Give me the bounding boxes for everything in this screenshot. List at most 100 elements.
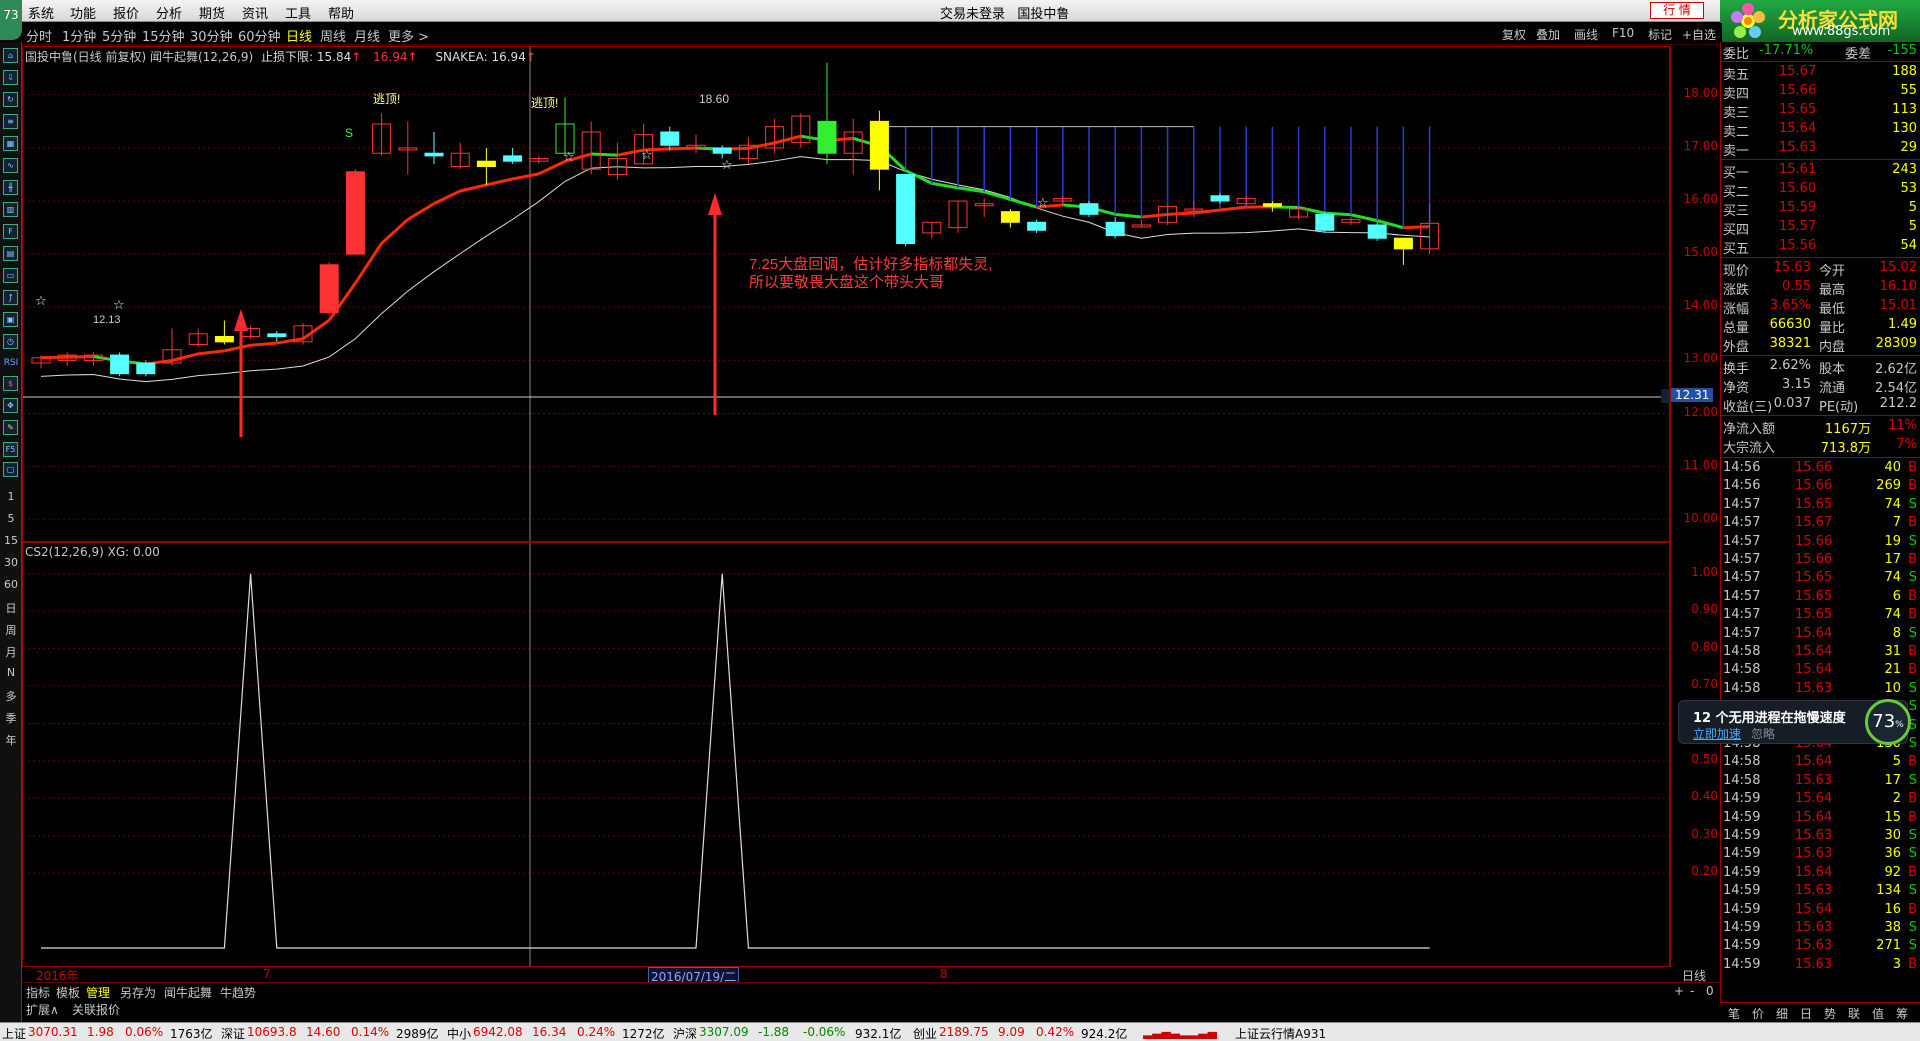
speed-up-link[interactable]: 立即加速 xyxy=(1693,725,1741,742)
period-intraday[interactable]: 分时 xyxy=(26,26,52,45)
period-more[interactable]: 更多 > xyxy=(388,26,429,45)
menu-futures[interactable]: 期货 xyxy=(199,3,225,22)
panel-tab[interactable]: 值 xyxy=(1872,1005,1884,1022)
tool-f10[interactable]: F10 xyxy=(1612,26,1634,40)
move-icon[interactable]: ✥ xyxy=(3,398,18,413)
reset-zoom-button[interactable]: 0 xyxy=(1706,984,1714,998)
tool-mark[interactable]: 标记 xyxy=(1648,26,1672,43)
menu-system[interactable]: 系统 xyxy=(28,3,54,22)
ask-row: 卖五 15.67 188 xyxy=(1721,63,1920,83)
calc-icon[interactable]: ▣ xyxy=(3,312,18,327)
clock-icon[interactable]: ◷ xyxy=(3,334,18,349)
panel-tab[interactable]: 细 xyxy=(1776,1005,1788,1022)
menu-news[interactable]: 资讯 xyxy=(242,3,268,22)
tab-manage[interactable]: 管理 xyxy=(86,984,110,1001)
rsi-icon[interactable]: RSI xyxy=(3,358,19,368)
list-icon[interactable]: ≡ xyxy=(3,114,18,129)
tick-row: 14:58 15.64 21 B xyxy=(1721,661,1920,680)
line-chart-icon[interactable]: ∿ xyxy=(3,158,18,173)
period-shortcut-5[interactable]: 5 xyxy=(3,512,19,525)
report-icon[interactable]: ▤ xyxy=(3,246,18,261)
menu-function[interactable]: 功能 xyxy=(70,3,96,22)
kline-icon[interactable]: ╫ xyxy=(3,180,18,195)
dollar-icon[interactable]: $ xyxy=(3,376,18,391)
memory-gauge[interactable]: 73% xyxy=(1865,699,1911,745)
quote-cell: 15 xyxy=(1884,809,1901,825)
panel-tab[interactable]: 笔 xyxy=(1728,1005,1740,1022)
f5-icon[interactable]: F5 xyxy=(3,442,18,457)
period-shortcut-year[interactable]: 年 xyxy=(3,732,19,748)
menu-analysis[interactable]: 分析 xyxy=(156,3,182,22)
period-shortcut-week[interactable]: 周 xyxy=(3,622,19,638)
tab-template[interactable]: 模板 xyxy=(56,984,80,1001)
bar-chart-icon[interactable]: ▥ xyxy=(3,202,18,217)
related-quote-button[interactable]: 关联报价 xyxy=(72,1001,120,1018)
period-shortcut-multi[interactable]: 多 xyxy=(3,688,19,704)
tab-niuqushi[interactable]: 牛趋势 xyxy=(220,984,256,1001)
menu-tools[interactable]: 工具 xyxy=(285,3,311,22)
panel-tab[interactable]: 联 xyxy=(1848,1005,1860,1022)
window-icon[interactable]: ▢ xyxy=(3,462,18,477)
period-monthly[interactable]: 月线 xyxy=(354,26,380,45)
period-1min[interactable]: 1分钟 xyxy=(62,26,96,45)
tool-add-favorite[interactable]: +自选 xyxy=(1682,26,1716,43)
period-shortcut-day[interactable]: 日 xyxy=(3,600,19,616)
main-kline-chart[interactable]: 国投中鲁(日线 前复权) 闻牛起舞(12,26,9) 止损下限: 15.84↑ … xyxy=(22,46,1670,542)
tab-wenniu[interactable]: 闻牛起舞 xyxy=(164,984,212,1001)
quote-cell: 74 xyxy=(1884,570,1901,586)
cursor-price-marker xyxy=(1661,389,1669,404)
expand-button[interactable]: 扩展∧ xyxy=(26,1001,59,1018)
period-shortcut-1[interactable]: 1 xyxy=(3,490,19,503)
period-30min[interactable]: 30分钟 xyxy=(190,26,233,45)
period-shortcut-n[interactable]: N xyxy=(3,666,19,679)
quote-cell: B xyxy=(1908,809,1917,825)
period-weekly[interactable]: 周线 xyxy=(320,26,346,45)
speed-up-popup[interactable]: 12 个无用进程在拖慢速度 立即加速 忽略 73% xyxy=(1678,699,1911,745)
ignore-link[interactable]: 忽略 xyxy=(1751,725,1775,742)
tool-adjust[interactable]: 复权 xyxy=(1502,26,1526,43)
menu-help[interactable]: 帮助 xyxy=(328,3,354,22)
panel-tab[interactable]: 筹 xyxy=(1896,1005,1908,1022)
bid-row: 买三 15.59 5 xyxy=(1721,199,1920,219)
indicator-chart[interactable]: CS2(12,26,9) XG: 0.00 xyxy=(22,542,1670,967)
period-daily[interactable]: 日线 xyxy=(286,26,312,45)
period-shortcut-month[interactable]: 月 xyxy=(3,644,19,660)
grid-icon[interactable]: ▦ xyxy=(3,136,18,151)
refresh-icon[interactable]: ↻ xyxy=(3,92,18,107)
period-toolbar: 分时 1分钟 5分钟 15分钟 30分钟 60分钟 日线 周线 月线 更多 > … xyxy=(22,23,1722,45)
snake-line-segment xyxy=(302,319,331,340)
zoom-in-button[interactable]: + xyxy=(1674,984,1684,998)
tab-indicator[interactable]: 指标 xyxy=(26,984,50,1001)
tick-row: 14:57 15.64 8 S xyxy=(1721,625,1920,644)
period-15min[interactable]: 15分钟 xyxy=(142,26,185,45)
panel-tab[interactable]: 日 xyxy=(1800,1005,1812,1022)
period-shortcut-60[interactable]: 60 xyxy=(3,578,19,591)
finance-icon[interactable]: F xyxy=(3,224,18,239)
period-shortcut-quarter[interactable]: 季 xyxy=(3,710,19,726)
period-shortcut-30[interactable]: 30 xyxy=(3,556,19,569)
app-logo: 73 xyxy=(0,0,22,40)
panel-tab[interactable]: 价 xyxy=(1752,1005,1764,1022)
star-marker: ☆ xyxy=(1037,196,1049,211)
arrow-down-icon[interactable]: ⇩ xyxy=(3,70,18,85)
quote-cell: 现价 xyxy=(1723,264,1750,279)
pencil-icon[interactable]: ✎ xyxy=(3,420,18,435)
tick-row: 14:57 15.65 74 B xyxy=(1721,606,1920,625)
quote-cell: 2 xyxy=(1892,791,1901,807)
quote-cell: 15.64 xyxy=(1795,901,1833,917)
panel-tab[interactable]: 势 xyxy=(1824,1005,1836,1022)
tab-save-as[interactable]: 另存为 xyxy=(120,984,156,1001)
home-icon[interactable]: ⌂ xyxy=(3,48,18,63)
period-shortcut-15[interactable]: 15 xyxy=(3,534,19,547)
period-5min[interactable]: 5分钟 xyxy=(102,26,136,45)
menu-quote[interactable]: 报价 xyxy=(113,3,139,22)
index-field: 0.42% xyxy=(1036,1025,1075,1039)
formula-icon[interactable]: ƒ xyxy=(3,290,18,305)
period-60min[interactable]: 60分钟 xyxy=(238,26,281,45)
quote-mode-button[interactable]: 行 情 xyxy=(1650,2,1704,19)
tool-draw[interactable]: 画线 xyxy=(1574,26,1598,43)
zoom-out-button[interactable]: - xyxy=(1690,984,1694,998)
doc-icon[interactable]: ▭ xyxy=(3,268,18,283)
tool-overlay[interactable]: 叠加 xyxy=(1536,26,1560,43)
snake-line-segment xyxy=(459,183,487,193)
